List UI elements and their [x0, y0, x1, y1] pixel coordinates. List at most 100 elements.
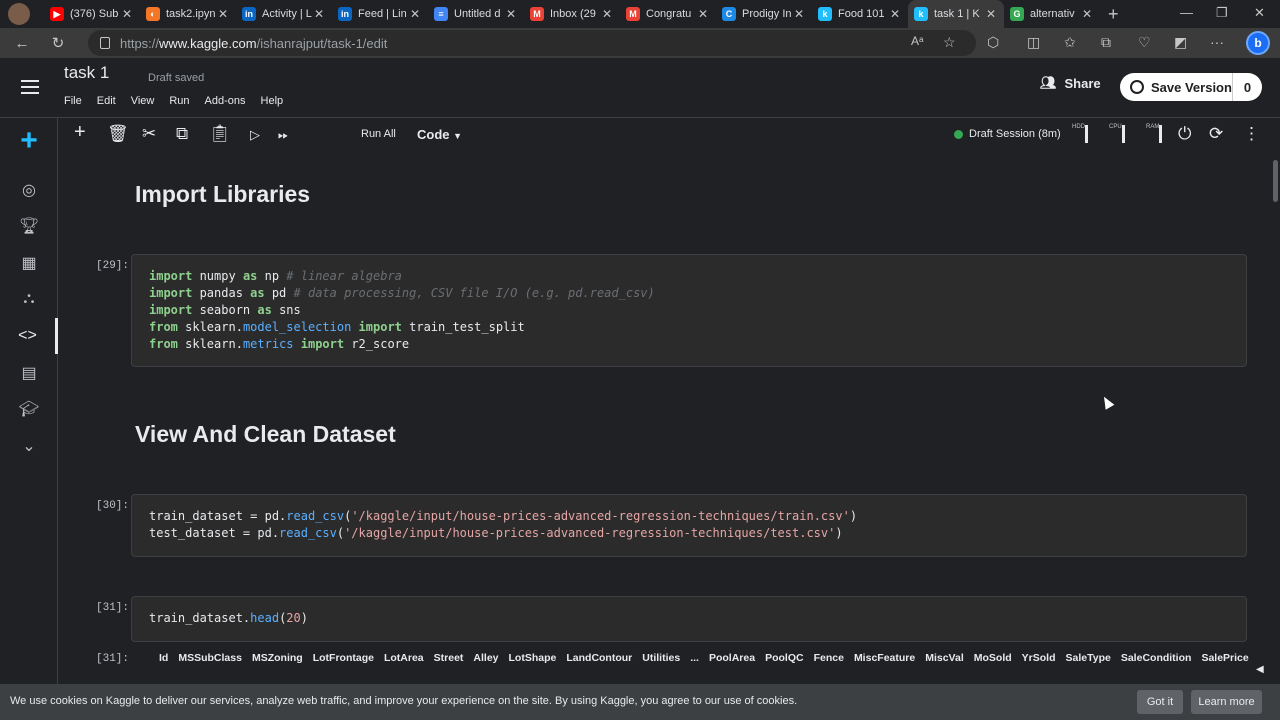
menu-file[interactable]: File: [64, 95, 82, 107]
paste-icon[interactable]: 📋︎: [209, 124, 231, 144]
dataframe-column-header: ...: [690, 652, 699, 664]
dataframe-column-header: SalePrice: [1201, 652, 1249, 664]
session-active-indicator: [954, 129, 963, 139]
code-cell-31[interactable]: train_dataset.head(20): [131, 596, 1247, 642]
performance-icon[interactable]: ◩: [1174, 34, 1187, 51]
tab-close-icon[interactable]: ✕: [218, 7, 228, 21]
browser-tab[interactable]: k task 1 | K ✕: [908, 0, 1004, 28]
read-aloud-icon[interactable]: Aᵃ: [911, 34, 923, 48]
browser-tab[interactable]: M Congratu ✕: [620, 0, 716, 28]
code-token: 20: [286, 611, 301, 625]
restore-icon[interactable]: ❐: [1216, 5, 1228, 21]
create-icon[interactable]: +: [0, 123, 58, 159]
tab-close-icon[interactable]: ✕: [314, 7, 324, 21]
minimize-icon[interactable]: —: [1180, 5, 1193, 20]
browser-tab[interactable]: in Activity | L ✕: [236, 0, 332, 28]
run-all-button[interactable]: Run All: [361, 128, 396, 140]
address-bar[interactable]: https://www.kaggle.com/ishanrajput/task-…: [88, 30, 976, 56]
tab-close-icon[interactable]: ✕: [794, 7, 804, 21]
learn-more-button[interactable]: Learn more: [1191, 690, 1262, 714]
power-icon[interactable]: ⏻: [1178, 124, 1191, 144]
learn-icon[interactable]: 🎓︎: [0, 391, 58, 427]
browser-tab-label: task2.ipyn: [166, 8, 216, 20]
split-screen-icon[interactable]: ◫: [1027, 34, 1040, 51]
tab-close-icon[interactable]: ✕: [602, 7, 612, 21]
code-token: import: [149, 286, 193, 300]
chevron-down-icon[interactable]: ⌄: [0, 428, 58, 464]
more-vert-icon[interactable]: ⋮: [1243, 124, 1260, 144]
tab-close-icon[interactable]: ✕: [410, 7, 420, 21]
extensions-icon[interactable]: ⬡: [987, 34, 999, 51]
discussion-icon[interactable]: ▤: [0, 355, 58, 391]
menu-view[interactable]: View: [131, 95, 155, 107]
code-cell-30[interactable]: train_dataset = pd.read_csv('/kaggle/inp…: [131, 494, 1247, 557]
window-close-icon[interactable]: ✕: [1254, 5, 1265, 21]
profile-avatar[interactable]: [8, 3, 30, 25]
models-icon[interactable]: ⛬: [0, 281, 58, 317]
menu-edit[interactable]: Edit: [97, 95, 116, 107]
browser-tab[interactable]: M Inbox (29 ✕: [524, 0, 620, 28]
add-cell-icon[interactable]: +: [74, 121, 86, 144]
save-version-button[interactable]: Save Version 0: [1120, 73, 1262, 101]
browser-tab[interactable]: k Food 101 ✕: [812, 0, 908, 28]
browser-tab[interactable]: in Feed | Lin ✕: [332, 0, 428, 28]
collections-icon[interactable]: ⧉: [1101, 34, 1111, 51]
table-icon[interactable]: ▦: [0, 245, 58, 281]
cpu-meter-bar: [1122, 125, 1125, 143]
browser-tab-label: Congratu: [646, 8, 692, 20]
back-icon[interactable]: ←: [8, 29, 36, 57]
scroll-thumb[interactable]: [1273, 160, 1278, 202]
tab-close-icon[interactable]: ✕: [698, 7, 708, 21]
code-token: # data processing, CSV file I/O (e.g. pd…: [293, 286, 655, 300]
draft-status: Draft saved: [148, 72, 205, 84]
tab-close-icon[interactable]: ✕: [506, 7, 516, 21]
delete-icon[interactable]: 🗑︎: [107, 124, 129, 144]
restart-icon[interactable]: ⟳: [1209, 124, 1223, 144]
tab-close-icon[interactable]: ✕: [122, 7, 132, 21]
youtube-icon: ▶: [50, 7, 64, 21]
new-tab-icon[interactable]: +: [1108, 4, 1119, 25]
code-cell-29[interactable]: import numpy as np # linear algebra impor…: [131, 254, 1247, 367]
code-icon[interactable]: <>: [0, 318, 58, 354]
dataframe-column-header: MiscFeature: [853, 652, 916, 664]
notebook-title[interactable]: task 1: [64, 63, 109, 83]
session-status[interactable]: Draft Session (8m): [954, 128, 1061, 140]
browser-essentials-icon[interactable]: ♡: [1138, 34, 1151, 51]
browser-tab-label: Feed | Lin: [358, 8, 407, 20]
share-button[interactable]: 👥︎ Share: [1040, 75, 1101, 91]
reload-icon[interactable]: ↻: [44, 29, 72, 57]
favorites-icon[interactable]: ✩: [1064, 34, 1076, 51]
menu-run[interactable]: Run: [169, 95, 189, 107]
tab-close-icon[interactable]: ✕: [1082, 7, 1092, 21]
tab-close-icon[interactable]: ✕: [986, 7, 996, 21]
menu-help[interactable]: Help: [261, 95, 284, 107]
copy-icon[interactable]: ⧉: [176, 124, 188, 144]
compass-icon[interactable]: ◎: [0, 172, 58, 208]
browser-tab-label: Food 101: [838, 8, 885, 20]
run-all-icon[interactable]: ⏩︎: [278, 127, 288, 143]
collapse-panel-icon[interactable]: ◀: [1256, 664, 1264, 675]
notebook-menu: File Edit View Run Add-ons Help: [64, 95, 283, 107]
more-menu-icon[interactable]: ···: [1210, 34, 1224, 50]
run-cell-icon[interactable]: ▷: [250, 127, 260, 143]
browser-tab[interactable]: ▶ (376) Sub ✕: [44, 0, 140, 28]
menu-add-ons[interactable]: Add-ons: [205, 95, 246, 107]
copilot-icon[interactable]: b: [1246, 31, 1270, 55]
cut-icon[interactable]: ✂: [142, 124, 156, 144]
dataframe-column-header: Id: [159, 652, 169, 664]
hamburger-menu-icon[interactable]: [21, 80, 39, 94]
browser-tab[interactable]: ◐ task2.ipyn ✕: [140, 0, 236, 28]
trophy-icon[interactable]: 🏆︎: [0, 208, 58, 244]
got-it-button[interactable]: Got it: [1137, 690, 1183, 714]
browser-tab[interactable]: ≡ Untitled d ✕: [428, 0, 524, 28]
share-label: Share: [1064, 75, 1101, 91]
tab-close-icon[interactable]: ✕: [890, 7, 900, 21]
code-token: metrics: [242, 337, 294, 351]
browser-tab[interactable]: Galternativ ✕: [1004, 0, 1100, 28]
cell-type-select[interactable]: Code ▼: [417, 127, 462, 142]
scrollbar[interactable]: [1270, 152, 1280, 684]
browser-tab[interactable]: C Prodigy In ✕: [716, 0, 812, 28]
favorite-star-icon[interactable]: ☆: [943, 34, 956, 51]
code-token: as: [257, 303, 272, 317]
